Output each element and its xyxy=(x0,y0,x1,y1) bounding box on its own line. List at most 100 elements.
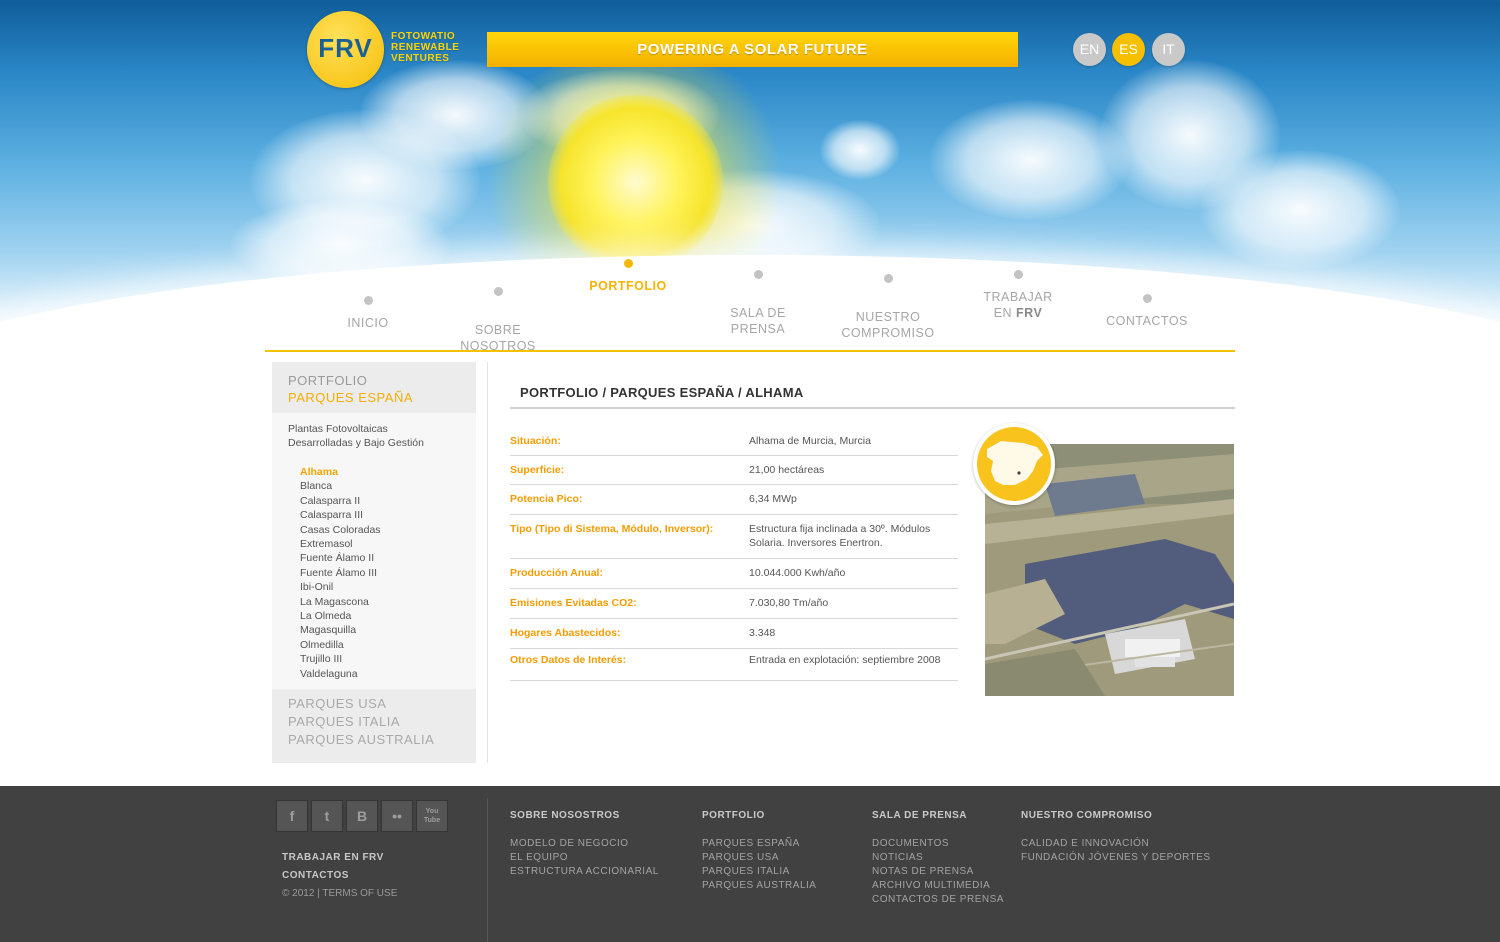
footer-link[interactable]: NOTICIAS xyxy=(872,851,1004,865)
plant-list-item[interactable]: Extremasol xyxy=(300,537,381,551)
plant-list-item[interactable]: Alhama xyxy=(300,465,381,479)
detail-value: 6,34 MWp xyxy=(749,484,958,515)
nav-contactos[interactable]: CONTACTOS xyxy=(1087,294,1207,329)
flickr-icon: •• xyxy=(392,808,402,824)
plant-list-item[interactable]: Blanca xyxy=(300,479,381,493)
sidebar-description-line: Desarrolladas y Bajo Gestión xyxy=(288,437,424,449)
footer-link-trabajar[interactable]: TRABAJAR EN FRV xyxy=(282,849,397,867)
youtube-icon-button[interactable]: You Tube xyxy=(416,800,448,832)
nav-label: SALA DE PRENSA xyxy=(730,306,786,336)
footer-link[interactable]: ARCHIVO MULTIMEDIA xyxy=(872,879,1004,893)
spain-map-badge xyxy=(973,423,1055,505)
detail-row: Hogares Abastecidos: 3.348 xyxy=(510,618,958,649)
footer-link[interactable]: DOCUMENTOS xyxy=(872,837,1004,851)
nav-label: EN xyxy=(993,306,1017,320)
twitter-icon-button[interactable]: t xyxy=(311,800,343,832)
footer-link[interactable]: CONTACTOS DE PRENSA xyxy=(872,893,1004,907)
footer-column-heading[interactable]: PORTFOLIO xyxy=(702,810,816,821)
sidebar: PORTFOLIO PARQUES ESPAÑA Plantas Fotovol… xyxy=(272,362,476,763)
footer-link-contactos[interactable]: CONTACTOS xyxy=(282,867,397,885)
detail-label: Situación: xyxy=(510,428,749,456)
nav-dot xyxy=(363,296,373,305)
sidebar-item-parques-australia[interactable]: PARQUES AUSTRALIA xyxy=(288,731,460,749)
plant-list-item[interactable]: Calasparra II xyxy=(300,494,381,508)
lang-it-button[interactable]: IT xyxy=(1152,33,1185,66)
blogger-icon: B xyxy=(356,808,368,824)
detail-value: 3.348 xyxy=(749,618,958,649)
detail-label: Producción Anual: xyxy=(510,558,749,589)
footer-link[interactable]: MODELO DE NEGOCIO xyxy=(510,837,659,851)
footer-divider xyxy=(487,798,488,942)
nav-dot xyxy=(883,274,893,283)
title-underline xyxy=(510,407,1235,409)
plant-list-item[interactable]: Olmedilla xyxy=(300,638,381,652)
sidebar-portfolio-link[interactable]: PORTFOLIO xyxy=(288,372,460,389)
sidebar-item-parques-usa[interactable]: PARQUES USA xyxy=(288,695,460,713)
plant-list-item[interactable]: Ibi-Onil xyxy=(300,580,381,594)
plant-list-item[interactable]: Trujillo III xyxy=(300,652,381,666)
youtube-icon: You Tube xyxy=(423,808,441,824)
detail-row: Situación: Alhama de Murcia, Murcia xyxy=(510,428,958,456)
footer-link[interactable]: PARQUES ITALIA xyxy=(702,865,816,879)
detail-value: 7.030,80 Tm/año xyxy=(749,588,958,619)
detail-row: Tipo (Tipo di Sistema, Módulo, Inversor)… xyxy=(510,514,958,559)
facebook-icon-button[interactable]: f xyxy=(276,800,308,832)
sidebar-current-section[interactable]: PARQUES ESPAÑA xyxy=(288,389,460,406)
frv-logo[interactable]: FRV xyxy=(307,11,384,88)
plant-list-item[interactable]: Casas Coloradas xyxy=(300,523,381,537)
footer-link[interactable]: PARQUES AUSTRALIA xyxy=(702,879,816,893)
footer-link[interactable]: PARQUES USA xyxy=(702,851,816,865)
cloud xyxy=(930,100,1130,220)
page-title: PORTFOLIO / PARQUES ESPAÑA / ALHAMA xyxy=(520,385,804,400)
nav-sobre-nosotros[interactable]: SOBRE NOSOTROS xyxy=(438,271,558,354)
detail-label: Superficie: xyxy=(510,455,749,485)
flickr-icon-button[interactable]: •• xyxy=(381,800,413,832)
lang-en-button[interactable]: EN xyxy=(1073,33,1106,66)
nav-label-brand: FRV xyxy=(1016,306,1043,320)
footer-link[interactable]: CALIDAD E INNOVACIÓN xyxy=(1021,837,1211,851)
footer-column-heading[interactable]: NUESTRO COMPROMISO xyxy=(1021,810,1211,821)
plant-list-item[interactable]: Valdelaguna xyxy=(300,667,381,681)
plant-list-item[interactable]: La Olmeda xyxy=(300,609,381,623)
footer-copyright[interactable]: © 2012 | TERMS OF USE xyxy=(282,885,397,903)
logo-line: VENTURES xyxy=(391,53,450,64)
sidebar-item-parques-italia[interactable]: PARQUES ITALIA xyxy=(288,713,460,731)
cloud xyxy=(820,120,900,180)
blogger-icon-button[interactable]: B xyxy=(346,800,378,832)
lang-es-button[interactable]: ES xyxy=(1112,33,1145,66)
footer-link[interactable]: EL EQUIPO xyxy=(510,851,659,865)
footer-link[interactable]: NOTAS DE PRENSA xyxy=(872,865,1004,879)
spain-map-icon xyxy=(977,427,1051,501)
footer-utility-links: TRABAJAR EN FRV CONTACTOS © 2012 | TERMS… xyxy=(282,849,397,903)
plant-list-item[interactable]: Fuente Álamo II xyxy=(300,551,381,565)
detail-label: Tipo (Tipo di Sistema, Módulo, Inversor)… xyxy=(510,514,749,559)
plant-list-item[interactable]: Calasparra III xyxy=(300,508,381,522)
plant-list-item[interactable]: Magasquilla xyxy=(300,623,381,637)
plant-list-item[interactable]: La Magascona xyxy=(300,595,381,609)
footer-column-heading[interactable]: SOBRE NOSOSTROS xyxy=(510,810,659,821)
nav-label: PORTFOLIO xyxy=(589,279,667,293)
footer-link[interactable]: PARQUES ESPAÑA xyxy=(702,837,816,851)
detail-value: Estructura fija inclinada a 30º. Módulos… xyxy=(749,514,958,559)
detail-row: Otros Datos de Interés: Entrada en explot… xyxy=(510,648,958,681)
footer-column: PORTFOLIO PARQUES ESPAÑA PARQUES USA PARQUE… xyxy=(702,810,816,893)
nav-portfolio[interactable]: PORTFOLIO xyxy=(568,259,688,294)
plant-list-item[interactable]: Fuente Álamo III xyxy=(300,566,381,580)
sidebar-header: PORTFOLIO PARQUES ESPAÑA xyxy=(272,362,476,413)
nav-trabajar-en-frv[interactable]: TRABAJAR EN FRV xyxy=(958,270,1078,321)
footer-column-heading[interactable]: SALA DE PRENSA xyxy=(872,810,1004,821)
footer-link[interactable]: FUNDACIÓN JÓVENES Y DEPORTES xyxy=(1021,851,1211,865)
twitter-icon: t xyxy=(324,808,330,824)
nav-dot xyxy=(623,259,633,268)
logo-company-name: FOTOWATIO RENEWABLE VENTURES xyxy=(391,31,491,64)
footer-link[interactable]: ESTRUCTURA ACCIONARIAL xyxy=(510,865,659,879)
detail-label: Hogares Abastecidos: xyxy=(510,618,749,649)
sun-icon xyxy=(548,95,723,270)
nav-nuestro-compromiso[interactable]: NUESTRO COMPROMISO xyxy=(828,258,948,341)
detail-label: Otros Datos de Interés: xyxy=(510,648,749,681)
nav-sala-de-prensa[interactable]: SALA DE PRENSA xyxy=(698,254,818,337)
facebook-icon: f xyxy=(289,808,295,824)
nav-inicio[interactable]: INICIO xyxy=(308,296,428,331)
detail-value: Entrada en explotación: septiembre 2008 xyxy=(749,648,958,681)
plant-list: Alhama Blanca Calasparra II Calasparra III C… xyxy=(300,465,381,681)
